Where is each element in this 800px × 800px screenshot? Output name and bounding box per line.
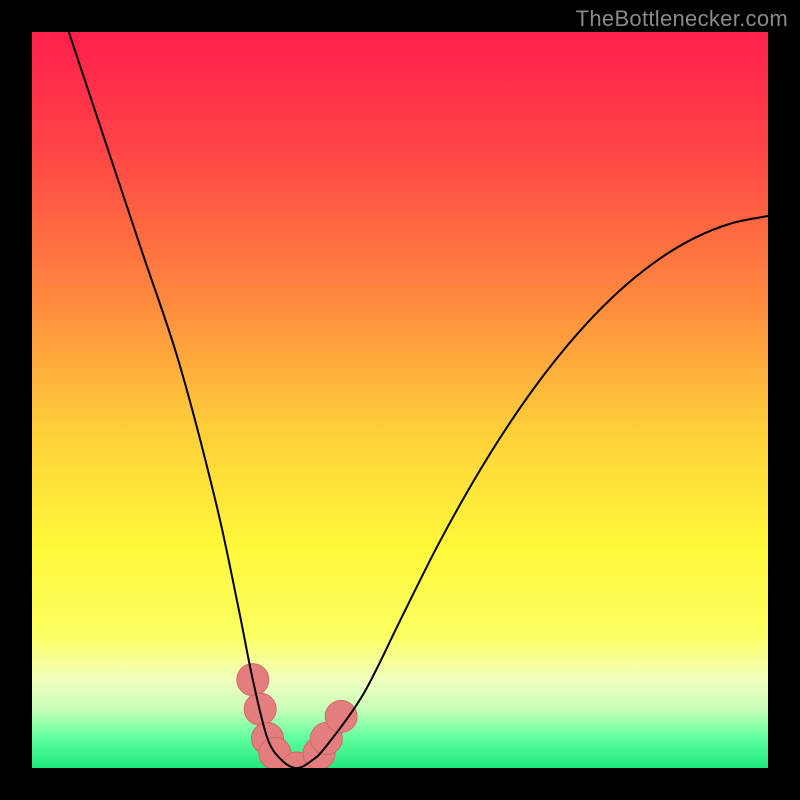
- chart-overlay: [32, 32, 768, 768]
- watermark-text: TheBottlenecker.com: [576, 6, 788, 32]
- bottleneck-curve: [69, 32, 768, 768]
- marker-group: [237, 664, 357, 768]
- chart-area: [32, 32, 768, 768]
